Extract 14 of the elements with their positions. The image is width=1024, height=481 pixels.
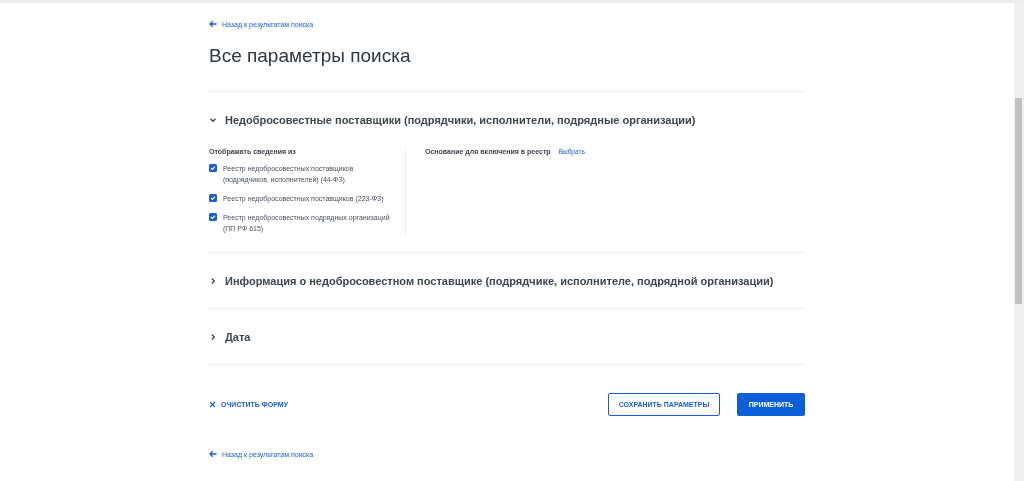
section-header[interactable]: Недобросовестные поставщики (подрядчики, исполнители, подрядные организации) (209, 92, 805, 148)
page-title: Все параметры поиска (209, 44, 805, 92)
checkbox[interactable] (209, 164, 217, 172)
close-icon (209, 401, 216, 408)
section-header[interactable]: Информация о недобросовестном поставщике (подрядчике, исполнителе, подрядной организации) (209, 253, 805, 308)
section-header[interactable]: Дата (209, 309, 805, 364)
back-arrow-icon (209, 450, 217, 458)
scrollbar-thumb[interactable] (1015, 98, 1022, 304)
checkbox[interactable] (209, 194, 217, 202)
checkbox[interactable] (209, 213, 217, 221)
section-title: Информация о недобросовестном поставщике (подрядчике, исполнителе, подрядной организации) (225, 274, 774, 287)
section-title: Дата (225, 330, 251, 343)
section-title: Недобросовестные поставщики (подрядчики, исполнители, подрядные организации) (225, 114, 696, 126)
back-arrow-icon (209, 20, 217, 28)
